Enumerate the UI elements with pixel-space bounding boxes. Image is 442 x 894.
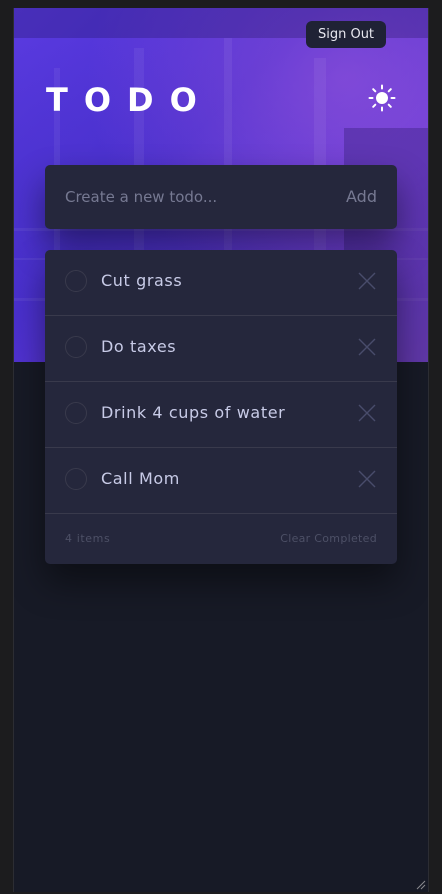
sun-icon bbox=[368, 84, 396, 112]
todo-list: Cut grass Do taxes Drink 4 cups of water… bbox=[45, 250, 397, 564]
clear-completed-button[interactable]: Clear Completed bbox=[280, 514, 377, 564]
todo-item[interactable]: Cut grass bbox=[45, 250, 397, 316]
theme-toggle-button[interactable] bbox=[368, 84, 396, 112]
todo-item[interactable]: Drink 4 cups of water bbox=[45, 382, 397, 448]
add-todo-button[interactable]: Add bbox=[346, 165, 377, 229]
todo-text: Call Mom bbox=[101, 469, 180, 488]
items-left-count: 4 items bbox=[65, 532, 111, 545]
todo-text: Drink 4 cups of water bbox=[101, 403, 286, 422]
delete-todo-icon[interactable] bbox=[358, 272, 376, 290]
sign-out-button[interactable]: Sign Out bbox=[306, 21, 386, 48]
todo-checkbox[interactable] bbox=[65, 468, 87, 490]
todo-checkbox[interactable] bbox=[65, 270, 87, 292]
resize-grip-icon[interactable] bbox=[414, 878, 426, 890]
app-window: Sign Out TODO Add Cut grass bbox=[13, 8, 429, 892]
todo-text: Do taxes bbox=[101, 337, 177, 356]
todo-item[interactable]: Do taxes bbox=[45, 316, 397, 382]
todo-footer: 4 items Clear Completed bbox=[45, 514, 397, 564]
delete-todo-icon[interactable] bbox=[358, 338, 376, 356]
todo-checkbox[interactable] bbox=[65, 336, 87, 358]
new-todo-form: Add bbox=[45, 165, 397, 229]
new-todo-input[interactable] bbox=[65, 165, 315, 229]
app-title: TODO bbox=[46, 81, 213, 119]
todo-checkbox[interactable] bbox=[65, 402, 87, 424]
delete-todo-icon[interactable] bbox=[358, 404, 376, 422]
todo-text: Cut grass bbox=[101, 271, 183, 290]
delete-todo-icon[interactable] bbox=[358, 470, 376, 488]
todo-item[interactable]: Call Mom bbox=[45, 448, 397, 514]
